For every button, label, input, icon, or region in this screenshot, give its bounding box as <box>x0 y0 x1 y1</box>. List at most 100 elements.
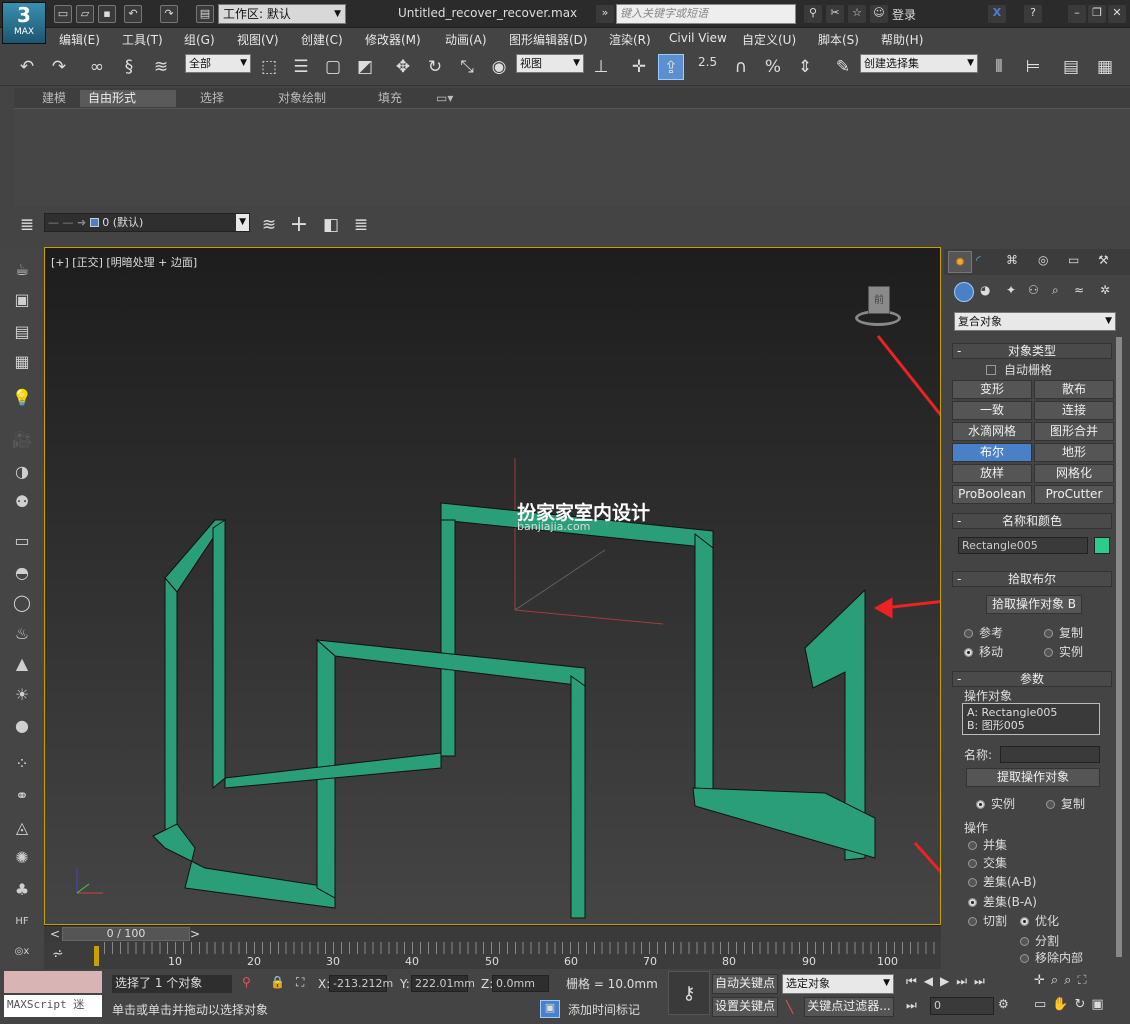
y-coord-field[interactable]: 222.01mm <box>411 975 475 992</box>
menu-edit[interactable]: 编辑(E) <box>59 31 100 48</box>
sphere-icon[interactable]: ◯ <box>10 591 34 615</box>
maxscript-mini-listener[interactable]: MAXScript 迷 <box>4 995 102 1017</box>
menu-group[interactable]: 组(G) <box>184 31 215 48</box>
minimize-icon[interactable]: – <box>1068 5 1086 23</box>
menu-tools[interactable]: 工具(T) <box>122 31 163 48</box>
undo-icon[interactable]: ↶ <box>124 5 142 23</box>
gear-primitive-icon[interactable]: ✺ <box>10 846 34 870</box>
prev-frame-icon[interactable]: < <box>50 927 60 941</box>
object-color-swatch[interactable] <box>1094 537 1110 554</box>
login-link[interactable]: 登录 <box>892 6 916 23</box>
close-icon[interactable]: ✕ <box>1108 5 1126 23</box>
spacewarp-icon[interactable]: ⚉ <box>10 490 34 514</box>
menu-scripting[interactable]: 脚本(S) <box>818 31 859 48</box>
rollout-pick-boolean[interactable]: - 拾取布尔 <box>952 571 1112 587</box>
operand-b-item[interactable]: B: 图形005 <box>967 719 1095 732</box>
exchange-icon[interactable]: X <box>988 5 1006 23</box>
toggle-ribbon-icon[interactable]: ▦ <box>1092 54 1118 80</box>
absolute-mode-icon[interactable]: ⛶ <box>296 975 304 990</box>
hierarchy-tab-icon[interactable]: ⌘ <box>1006 253 1018 267</box>
spinner-snap-icon[interactable]: ⇕ <box>792 54 818 80</box>
lights-category-icon[interactable]: ✦ <box>1006 283 1016 297</box>
rollout-parameters[interactable]: - 参数 <box>952 671 1112 687</box>
key-mode-toggle-icon[interactable]: ⏭ <box>906 998 917 1013</box>
track-bar[interactable]: ⩫ 10 20 30 40 50 60 70 80 90 100 <box>44 942 941 969</box>
display-tab-icon[interactable]: ▭ <box>1068 253 1079 267</box>
radio-subtraction-a-b[interactable]: 差集(A-B) <box>968 873 1036 890</box>
radio-extract-copy[interactable]: 复制 <box>1046 795 1085 812</box>
procutter-button[interactable]: ProCutter <box>1034 485 1114 504</box>
render-frame-icon[interactable]: ▣ <box>10 288 34 312</box>
radio-copy[interactable]: 复制 <box>1044 624 1083 641</box>
z-coord-field[interactable]: 0.0mm <box>492 975 549 992</box>
morph-button[interactable]: 变形 <box>952 380 1032 399</box>
link-icon[interactable]: ∞ <box>84 54 110 80</box>
utilities-tab-icon[interactable]: ⚒ <box>1098 253 1109 267</box>
selection-lock-icon[interactable]: 🔒 <box>270 975 285 989</box>
app-logo[interactable]: 3 MAX <box>2 2 46 44</box>
shapes-category-icon[interactable]: ◕ <box>980 283 990 297</box>
object-name-field[interactable]: Rectangle005 <box>958 537 1088 554</box>
isolate-selection-icon[interactable]: ⚲ <box>242 975 251 989</box>
key-filters-button[interactable]: 关键点过滤器... <box>804 997 894 1017</box>
operand-name-field[interactable] <box>1000 746 1100 763</box>
viewport-front[interactable]: [+] [正交] [明暗处理 + 边面] 前 扮家家室内设计 banjiajia… <box>44 247 941 925</box>
menu-civil-view[interactable]: Civil View <box>669 31 727 45</box>
select-by-name-icon[interactable]: ☰ <box>288 54 314 80</box>
radio-cut-refine[interactable]: 优化 <box>1020 912 1059 929</box>
tab-modeling[interactable]: 建模 <box>34 90 74 107</box>
extract-operand-button[interactable]: 提取操作对象 <box>966 768 1100 787</box>
menu-rendering[interactable]: 渲染(R) <box>609 31 651 48</box>
new-file-icon[interactable]: ▭ <box>54 5 72 23</box>
layer-explorer-icon[interactable]: ▤ <box>1058 54 1084 80</box>
connect-button[interactable]: 连接 <box>1034 401 1114 420</box>
time-tag-icon[interactable]: ▣ <box>540 1000 560 1018</box>
scatter-icon[interactable]: ◎x <box>10 940 34 964</box>
particles-icon[interactable]: ⁘ <box>10 752 34 776</box>
helpers-category-icon[interactable]: ⌕ <box>1052 283 1059 298</box>
viewport-nav-controls[interactable]: ✛⌕⌕⛶ <box>1034 973 1093 988</box>
window-crossing-icon[interactable]: ◩ <box>352 54 378 80</box>
radio-extract-instance[interactable]: 实例 <box>976 795 1015 812</box>
radio-move[interactable]: 移动 <box>964 643 1003 660</box>
restore-icon[interactable]: ❐ <box>1088 5 1106 23</box>
align-icon[interactable]: ⊨ <box>1020 54 1046 80</box>
angle-snap-icon[interactable]: ∩ <box>728 54 754 80</box>
scene-explorer-icon[interactable]: ▦ <box>10 350 34 374</box>
set-key-icon[interactable]: ⚷ <box>668 971 710 1015</box>
chevron-right-icon[interactable]: » <box>596 5 614 23</box>
time-slider-thumb[interactable]: 0 / 100 <box>62 927 190 941</box>
radio-cut[interactable]: 切割 <box>968 912 1007 929</box>
pivot-center-icon[interactable]: ⊥ <box>588 54 614 80</box>
create-layer-icon[interactable]: ≋ <box>256 212 282 238</box>
percent-snap-icon[interactable]: % <box>760 54 786 80</box>
select-in-layer-icon[interactable]: ◧ <box>318 212 344 238</box>
create-tab-icon[interactable]: ✹ <box>948 251 972 273</box>
search-input[interactable]: 键入关键字或短语 <box>616 4 796 24</box>
menu-help[interactable]: 帮助(H) <box>881 31 923 48</box>
time-config-icon[interactable]: ⚙ <box>998 997 1009 1011</box>
cone-icon[interactable]: ▲ <box>10 652 34 676</box>
teapot-icon[interactable]: ☕ <box>10 258 34 282</box>
selection-filter-dropdown[interactable]: 全部 ▼ <box>185 54 251 73</box>
scale-icon[interactable]: ⤡ <box>454 54 480 80</box>
redo-icon[interactable]: ↷ <box>160 5 178 23</box>
plane-icon[interactable]: ▭ <box>10 529 34 553</box>
operand-a-item[interactable]: A: Rectangle005 <box>967 706 1095 719</box>
blobmesh-button[interactable]: 水滴网格 <box>952 422 1032 441</box>
playback-controls[interactable]: ⏮◀▶⏭⏭ <box>906 974 992 989</box>
next-frame-icon[interactable]: > <box>190 927 200 941</box>
move-icon[interactable]: ✥ <box>390 54 416 80</box>
menu-graph-editors[interactable]: 图形编辑器(D) <box>509 31 588 48</box>
menu-animation[interactable]: 动画(A) <box>445 31 487 48</box>
x-coord-field[interactable]: -213.212m <box>329 975 393 992</box>
pyramid-icon[interactable]: ◬ <box>10 816 34 840</box>
hair-fur-icon[interactable]: HF <box>10 910 34 934</box>
helper-icon[interactable]: ◑ <box>10 460 34 484</box>
hemisphere-icon[interactable]: ◓ <box>10 561 34 585</box>
proboolean-button[interactable]: ProBoolean <box>952 485 1032 504</box>
time-slider[interactable]: < 0 / 100 > <box>44 925 941 942</box>
autogrid-checkbox[interactable]: 自动栅格 <box>986 361 1052 378</box>
star-icon[interactable]: ☆ <box>848 5 866 23</box>
add-time-tag[interactable]: 添加时间标记 <box>568 1001 640 1018</box>
